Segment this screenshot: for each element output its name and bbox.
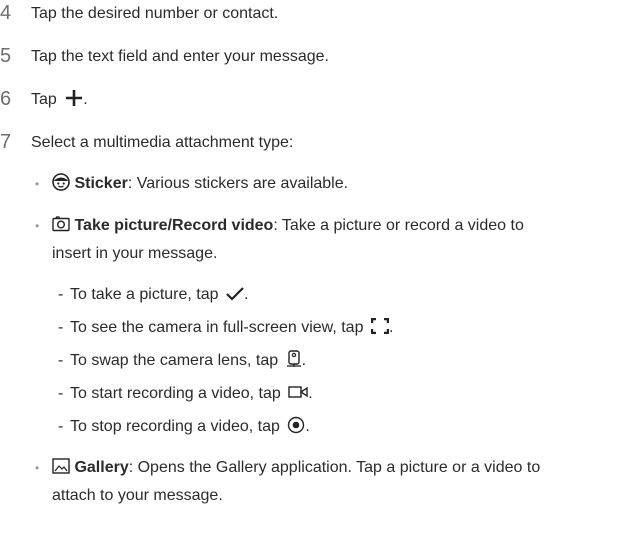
step-text: Select a multimedia attachment type: xyxy=(31,134,294,151)
camera-icon xyxy=(52,215,70,233)
bullet-desc: : Take a picture or record a video to xyxy=(273,217,524,234)
bullet-desc-cont: insert in your message. xyxy=(52,245,218,262)
gallery-icon xyxy=(52,457,70,475)
swap-camera-icon xyxy=(286,350,302,368)
bullet-desc-cont: attach to your message. xyxy=(52,487,223,504)
period: . xyxy=(83,91,88,108)
step-text: Tap the text field and enter your messag… xyxy=(31,48,329,65)
video-record-icon xyxy=(288,385,308,399)
bullet-title: Sticker xyxy=(74,175,128,192)
sub-item-text: To start recording a video, tap xyxy=(70,385,281,402)
bullet-desc: : Opens the Gallery application. Tap a p… xyxy=(128,459,541,476)
bullet-dot: • xyxy=(35,177,40,191)
step-number: 5 xyxy=(0,45,12,67)
bullet-title: Gallery xyxy=(74,459,129,476)
bullet-dot: • xyxy=(35,461,40,475)
sub-item-text: To see the camera in full-screen view, t… xyxy=(70,319,364,336)
bullet-title: Take picture/Record video xyxy=(74,217,274,234)
step-text: Tap xyxy=(31,91,57,108)
step-text: Tap the desired number or contact. xyxy=(31,5,279,22)
checkmark-icon xyxy=(226,285,244,301)
bullet-dot: • xyxy=(35,219,40,233)
stop-record-icon xyxy=(287,416,305,434)
sub-item-text: To stop recording a video, tap xyxy=(70,418,280,435)
sub-item-text: To take a picture, tap xyxy=(70,286,219,303)
step-number: 6 xyxy=(0,88,12,110)
bullet-desc: : Various stickers are available. xyxy=(127,175,349,192)
step-number: 4 xyxy=(0,2,12,24)
plus-icon xyxy=(65,89,83,107)
sub-item-text: To swap the camera lens, tap xyxy=(70,352,279,369)
step-number: 7 xyxy=(0,131,12,153)
fullscreen-icon xyxy=(370,318,389,335)
sticker-face-icon xyxy=(52,173,70,192)
